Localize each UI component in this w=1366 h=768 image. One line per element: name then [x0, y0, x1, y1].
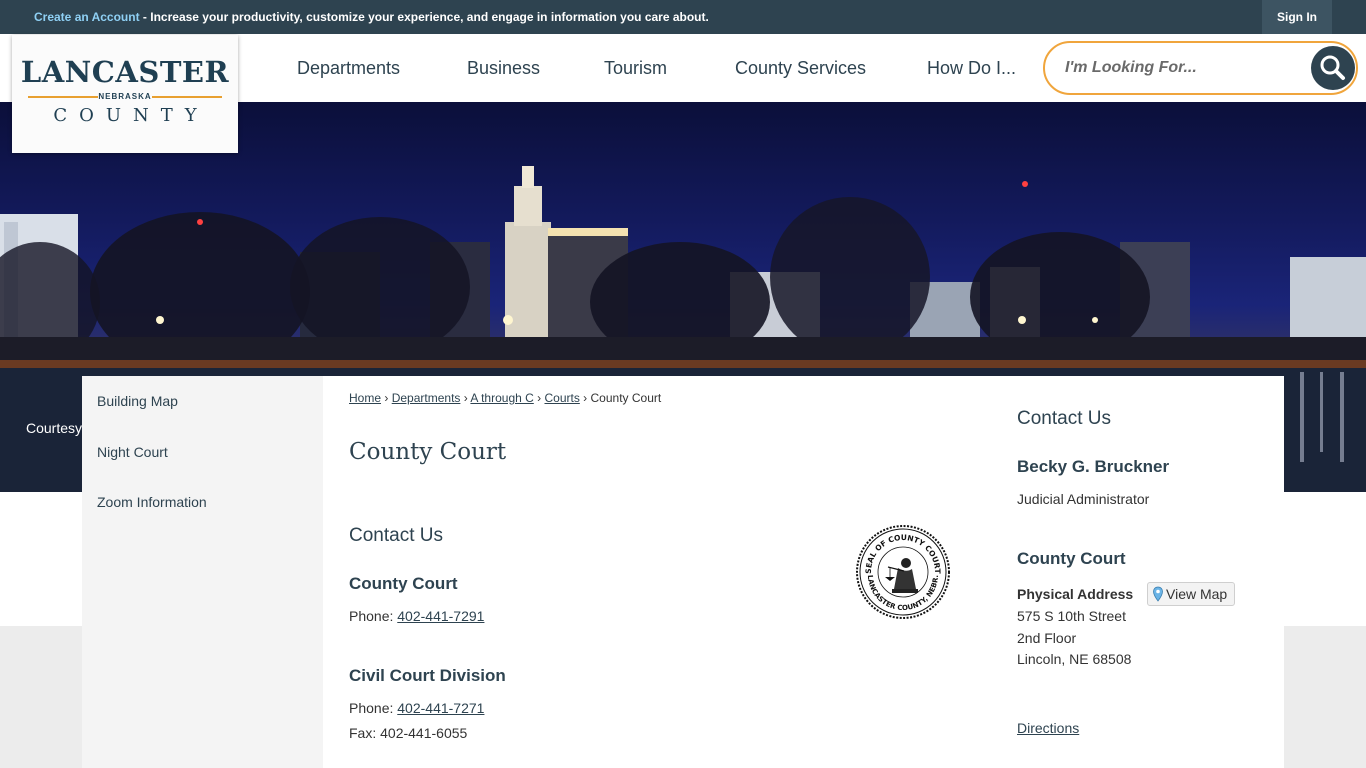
logo-rule-right: [152, 96, 222, 98]
breadcrumb-departments[interactable]: Departments: [392, 391, 461, 405]
breadcrumb-courts[interactable]: Courts: [544, 391, 579, 405]
address-line-2: 2nd Floor: [1017, 630, 1077, 646]
nav-business[interactable]: Business: [467, 58, 540, 79]
view-map-button[interactable]: View Map: [1147, 582, 1235, 606]
civil-court-fax: Fax: 402-441-6055: [349, 725, 468, 741]
county-court-heading: County Court: [349, 574, 458, 593]
breadcrumb-a-through-c[interactable]: A through C: [470, 391, 533, 405]
breadcrumb-separator: ›: [384, 391, 389, 405]
breadcrumb-home[interactable]: Home: [349, 391, 381, 405]
office-heading: County Court: [1017, 549, 1126, 568]
county-court-phone: Phone: 402-441-7291: [349, 608, 484, 624]
breadcrumb-separator: ›: [583, 391, 588, 405]
directions-line: Directions: [1017, 720, 1079, 736]
county-court-seal: SEAL OF COUNTY COURT LANCASTER COUNTY, N…: [856, 525, 950, 619]
search-box: [1043, 41, 1358, 95]
sidebar-item-building-map[interactable]: Building Map: [97, 393, 178, 409]
sidebar-item-zoom-information[interactable]: Zoom Information: [97, 494, 207, 510]
page-title: County Court: [349, 439, 507, 465]
search-input[interactable]: [1065, 55, 1285, 81]
county-logo[interactable]: LANCASTER NEBRASKA COUNTY: [12, 35, 238, 153]
breadcrumb-current: County Court: [590, 391, 662, 405]
sidebar-item-night-court[interactable]: Night Court: [97, 444, 168, 460]
civil-court-heading: Civil Court Division: [349, 666, 506, 685]
nav-departments[interactable]: Departments: [297, 58, 400, 79]
county-court-phone-link[interactable]: 402-441-7291: [397, 608, 484, 624]
search-icon: [1320, 55, 1345, 80]
contact-heading: Contact Us: [349, 525, 443, 546]
logo-county: COUNTY: [53, 105, 209, 126]
phone-label: Phone:: [349, 700, 398, 716]
main-content: Home › Departments › A through C › Court…: [323, 376, 1284, 768]
view-map-label: View Map: [1166, 586, 1228, 602]
nav-tourism[interactable]: Tourism: [604, 58, 667, 79]
create-account-link[interactable]: Create an Account: [34, 10, 140, 24]
promo-text: Create an Account - Increase your produc…: [34, 10, 709, 24]
phone-label: Phone:: [349, 608, 398, 624]
civil-court-phone-link[interactable]: 402-441-7271: [397, 700, 484, 716]
sign-in-button[interactable]: Sign In: [1262, 0, 1332, 34]
breadcrumb: Home › Departments › A through C › Court…: [349, 391, 661, 405]
sidebar-contact-heading: Contact Us: [1017, 408, 1111, 429]
banner-caption: Courtesy: [26, 420, 83, 436]
address-line-1: 575 S 10th Street: [1017, 608, 1126, 624]
directions-link[interactable]: Directions: [1017, 720, 1079, 736]
nav-county-services[interactable]: County Services: [735, 58, 866, 79]
search-button[interactable]: [1311, 46, 1355, 90]
breadcrumb-separator: ›: [537, 391, 542, 405]
contact-person-title: Judicial Administrator: [1017, 491, 1150, 507]
top-bar: Create an Account - Increase your produc…: [0, 0, 1366, 34]
civil-court-phone: Phone: 402-441-7271: [349, 700, 484, 716]
logo-lancaster: LANCASTER: [20, 55, 230, 89]
nav-how-do-i[interactable]: How Do I...: [927, 58, 1016, 79]
address-line-3: Lincoln, NE 68508: [1017, 651, 1132, 667]
sidebar-nav: Building Map Night Court Zoom Informatio…: [82, 376, 323, 768]
map-pin-icon: [1153, 586, 1163, 602]
promo-description: - Increase your productivity, customize …: [139, 10, 709, 24]
contact-person-name: Becky G. Bruckner: [1017, 457, 1170, 476]
breadcrumb-separator: ›: [463, 391, 468, 405]
physical-address-label: Physical Address: [1017, 586, 1134, 602]
